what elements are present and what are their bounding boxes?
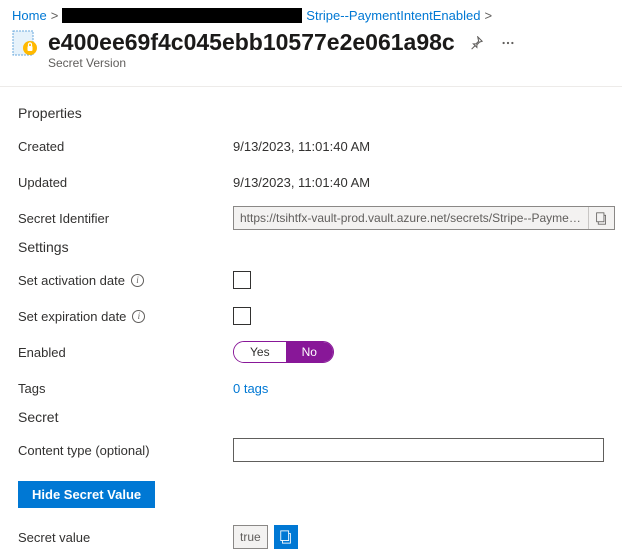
created-label: Created [18, 139, 233, 154]
info-icon[interactable]: i [132, 310, 145, 323]
copy-identifier-button[interactable] [588, 207, 614, 229]
page-title: e400ee69f4c045ebb10577e2e061a98c [48, 29, 455, 56]
info-icon[interactable]: i [131, 274, 144, 287]
activation-label-text: Set activation date [18, 273, 125, 288]
content-type-label: Content type (optional) [18, 443, 233, 458]
identifier-value: https://tsihtfx-vault-prod.vault.azure.n… [234, 211, 588, 225]
expiration-label: Set expiration date i [18, 309, 233, 324]
copy-secret-button[interactable] [274, 525, 298, 549]
breadcrumb-sep-2: > [484, 8, 492, 23]
tags-label: Tags [18, 381, 233, 396]
activation-checkbox[interactable] [233, 271, 251, 289]
created-value: 9/13/2023, 11:01:40 AM [233, 139, 604, 154]
divider [0, 86, 622, 87]
enabled-toggle[interactable]: Yes No [233, 341, 334, 363]
breadcrumb-home[interactable]: Home [12, 8, 47, 23]
expiration-checkbox[interactable] [233, 307, 251, 325]
tags-link[interactable]: 0 tags [233, 381, 268, 396]
secret-value-label: Secret value [18, 530, 233, 545]
expiration-label-text: Set expiration date [18, 309, 126, 324]
updated-value: 9/13/2023, 11:01:40 AM [233, 175, 604, 190]
title-row: e400ee69f4c045ebb10577e2e061a98c [0, 27, 622, 56]
pin-icon[interactable] [465, 32, 487, 54]
section-settings: Settings [18, 239, 604, 255]
identifier-field: https://tsihtfx-vault-prod.vault.azure.n… [233, 206, 615, 230]
identifier-label: Secret Identifier [18, 211, 233, 226]
hide-secret-button[interactable]: Hide Secret Value [18, 481, 155, 508]
activation-label: Set activation date i [18, 273, 233, 288]
secret-value-text: true [240, 530, 261, 544]
toggle-yes[interactable]: Yes [234, 342, 286, 362]
secret-value-field: true [233, 525, 268, 549]
section-secret: Secret [18, 409, 604, 425]
breadcrumb-sep: > [51, 8, 59, 23]
enabled-label: Enabled [18, 345, 233, 360]
toggle-no[interactable]: No [286, 342, 333, 362]
content-type-input[interactable] [233, 438, 604, 462]
section-properties: Properties [18, 105, 604, 121]
updated-label: Updated [18, 175, 233, 190]
breadcrumb-redacted [62, 8, 302, 23]
more-icon[interactable] [497, 32, 519, 54]
secret-version-icon [12, 30, 38, 56]
page-subtitle: Secret Version [0, 56, 622, 86]
breadcrumb-parent[interactable]: Stripe--PaymentIntentEnabled [306, 8, 480, 23]
breadcrumb: Home > Stripe--PaymentIntentEnabled > [0, 0, 622, 27]
